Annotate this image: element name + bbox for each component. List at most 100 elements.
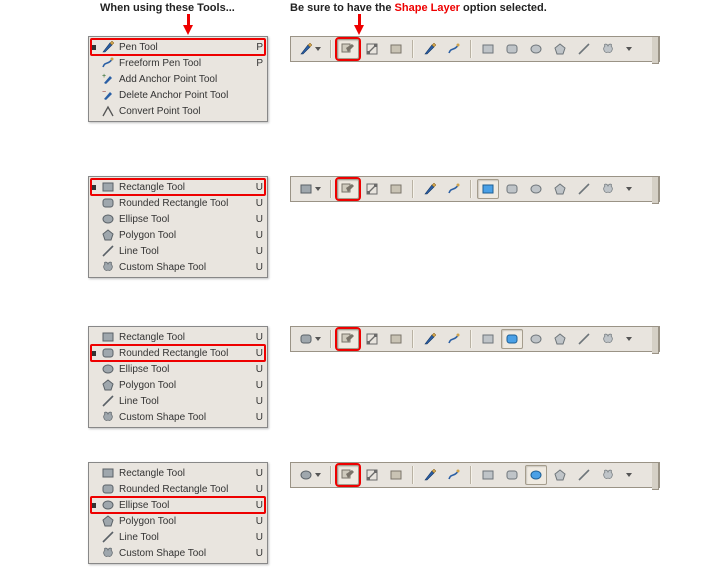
menu-item-line[interactable]: Line ToolU <box>89 393 267 409</box>
menu-item-custom-shape[interactable]: Custom Shape ToolU <box>89 545 267 561</box>
menu-item-delete-anchor[interactable]: −Delete Anchor Point Tool <box>89 87 267 103</box>
pen-mode-button[interactable] <box>419 39 441 59</box>
menu-item-shortcut: U <box>251 246 263 257</box>
menu-item-line[interactable]: Line ToolU <box>89 529 267 545</box>
tool-flyout-menu: Rectangle ToolURounded Rectangle ToolUEl… <box>88 176 268 278</box>
menu-item-label: Rounded Rectangle Tool <box>119 348 251 359</box>
freeform-pen-mode-button[interactable] <box>443 465 465 485</box>
rectangle-shape-button[interactable] <box>477 329 499 349</box>
header-left: When using these Tools... <box>100 2 235 14</box>
ellipse-shape-button[interactable] <box>525 39 547 59</box>
custom-shape-shape-button[interactable] <box>597 465 619 485</box>
menu-item-pen[interactable]: Pen ToolP <box>89 39 267 55</box>
menu-item-shortcut: U <box>251 380 263 391</box>
fill-pixels-mode-button[interactable] <box>385 465 407 485</box>
rounded-rectangle-shape-button[interactable] <box>501 39 523 59</box>
menu-item-rounded-rectangle[interactable]: Rounded Rectangle ToolU <box>89 195 267 211</box>
menu-item-polygon[interactable]: Polygon ToolU <box>89 377 267 393</box>
menu-item-ellipse[interactable]: Ellipse ToolU <box>89 497 267 513</box>
rounded-rectangle-shape-button[interactable] <box>501 465 523 485</box>
custom-shape-shape-button[interactable] <box>597 329 619 349</box>
rounded-rectangle-shape-button[interactable] <box>501 329 523 349</box>
fill-pixels-mode-button[interactable] <box>385 329 407 349</box>
polygon-shape-button[interactable] <box>549 39 571 59</box>
tool-preset-picker[interactable] <box>295 179 325 199</box>
menu-item-shortcut: U <box>251 532 263 543</box>
fill-pixels-mode-button[interactable] <box>385 39 407 59</box>
menu-item-custom-shape[interactable]: Custom Shape ToolU <box>89 259 267 275</box>
rectangle-icon <box>100 330 116 344</box>
menu-item-rectangle[interactable]: Rectangle ToolU <box>89 179 267 195</box>
rounded-rectangle-icon <box>100 346 116 360</box>
line-shape-button[interactable] <box>573 39 595 59</box>
menu-item-shortcut: U <box>251 214 263 225</box>
header-emphasis: Shape Layer <box>395 2 460 14</box>
menu-item-rounded-rectangle[interactable]: Rounded Rectangle ToolU <box>89 481 267 497</box>
separator <box>470 180 472 198</box>
ellipse-shape-button[interactable] <box>525 179 547 199</box>
line-shape-button[interactable] <box>573 179 595 199</box>
menu-item-line[interactable]: Line ToolU <box>89 243 267 259</box>
rectangle-shape-button[interactable] <box>477 39 499 59</box>
shape-options-dropdown[interactable] <box>621 465 635 485</box>
freeform-pen-mode-button[interactable] <box>443 39 465 59</box>
menu-item-rectangle[interactable]: Rectangle ToolU <box>89 329 267 345</box>
fill-pixels-mode-button[interactable] <box>385 179 407 199</box>
tool-flyout-menu: Rectangle ToolURounded Rectangle ToolUEl… <box>88 462 268 564</box>
paths-mode-button[interactable] <box>361 39 383 59</box>
shape-layer-mode-button[interactable] <box>337 329 359 349</box>
shape-layer-mode-button[interactable] <box>337 179 359 199</box>
menu-item-polygon[interactable]: Polygon ToolU <box>89 513 267 529</box>
custom-shape-shape-button[interactable] <box>597 39 619 59</box>
menu-item-shortcut: U <box>251 198 263 209</box>
menu-item-ellipse[interactable]: Ellipse ToolU <box>89 211 267 227</box>
separator <box>330 180 332 198</box>
custom-shape-icon <box>100 546 116 560</box>
rectangle-shape-button[interactable] <box>477 179 499 199</box>
line-icon <box>100 244 116 258</box>
line-shape-button[interactable] <box>573 329 595 349</box>
line-shape-button[interactable] <box>573 465 595 485</box>
line-icon <box>100 394 116 408</box>
rectangle-shape-button[interactable] <box>477 465 499 485</box>
shape-options-dropdown[interactable] <box>621 179 635 199</box>
polygon-icon <box>100 228 116 242</box>
shape-options-dropdown[interactable] <box>621 329 635 349</box>
menu-item-shortcut: U <box>251 262 263 273</box>
shape-options-dropdown[interactable] <box>621 39 635 59</box>
rounded-rectangle-shape-button[interactable] <box>501 179 523 199</box>
polygon-shape-button[interactable] <box>549 179 571 199</box>
menu-item-polygon[interactable]: Polygon ToolU <box>89 227 267 243</box>
paths-mode-button[interactable] <box>361 465 383 485</box>
ellipse-shape-button[interactable] <box>525 465 547 485</box>
shape-layer-mode-button[interactable] <box>337 39 359 59</box>
menu-item-custom-shape[interactable]: Custom Shape ToolU <box>89 409 267 425</box>
menu-item-convert-point[interactable]: Convert Point Tool <box>89 103 267 119</box>
menu-item-rectangle[interactable]: Rectangle ToolU <box>89 465 267 481</box>
pen-mode-button[interactable] <box>419 329 441 349</box>
menu-item-add-anchor[interactable]: +Add Anchor Point Tool <box>89 71 267 87</box>
menu-item-label: Ellipse Tool <box>119 214 251 225</box>
tool-preset-picker[interactable] <box>295 465 325 485</box>
paths-mode-button[interactable] <box>361 329 383 349</box>
polygon-shape-button[interactable] <box>549 465 571 485</box>
custom-shape-shape-button[interactable] <box>597 179 619 199</box>
shape-layer-mode-button[interactable] <box>337 465 359 485</box>
menu-item-label: Rounded Rectangle Tool <box>119 198 251 209</box>
menu-item-freeform-pen[interactable]: Freeform Pen ToolP <box>89 55 267 71</box>
freeform-pen-mode-button[interactable] <box>443 179 465 199</box>
ellipse-shape-button[interactable] <box>525 329 547 349</box>
freeform-pen-mode-button[interactable] <box>443 329 465 349</box>
menu-item-ellipse[interactable]: Ellipse ToolU <box>89 361 267 377</box>
pen-mode-button[interactable] <box>419 465 441 485</box>
menu-item-rounded-rectangle[interactable]: Rounded Rectangle ToolU <box>89 345 267 361</box>
tool-group: Rectangle ToolURounded Rectangle ToolUEl… <box>88 326 268 428</box>
active-marker-icon <box>91 503 96 508</box>
polygon-shape-button[interactable] <box>549 329 571 349</box>
tool-preset-picker[interactable] <box>295 329 325 349</box>
paths-mode-button[interactable] <box>361 179 383 199</box>
pen-mode-button[interactable] <box>419 179 441 199</box>
tool-preset-picker[interactable] <box>295 39 325 59</box>
menu-item-label: Polygon Tool <box>119 230 251 241</box>
options-bar <box>290 326 660 352</box>
